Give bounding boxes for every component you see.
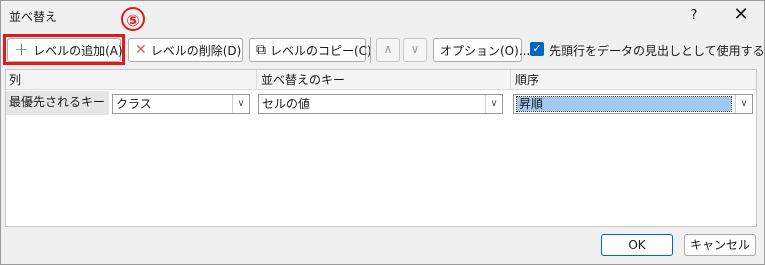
title-bar: 並べ替え ? ✕	[1, 1, 764, 31]
copy-level-button[interactable]: ⧉ レベルのコピー(C)	[249, 38, 372, 62]
chevron-down-icon[interactable]: ∨	[735, 95, 752, 113]
sort-on-select[interactable]: セルの値 ∨	[258, 94, 503, 114]
column-header-order: 順序	[511, 70, 756, 90]
ok-button[interactable]: OK	[601, 234, 673, 256]
column-select-value: クラス	[116, 97, 152, 111]
close-button[interactable]: ✕	[724, 1, 758, 31]
header-checkbox-label[interactable]: 先頭行をデータの見出しとして使用する(H)	[549, 42, 765, 59]
options-button[interactable]: オプション(O)...	[433, 38, 530, 62]
toolbar-separator	[370, 37, 371, 63]
move-up-button[interactable]: ∧	[376, 38, 400, 62]
cancel-button[interactable]: キャンセル	[684, 234, 756, 256]
chevron-down-icon[interactable]: ∨	[232, 95, 249, 113]
help-button[interactable]: ?	[679, 1, 709, 31]
dialog-title: 並べ替え	[9, 10, 58, 24]
order-select[interactable]: 昇順 ∨	[513, 94, 753, 114]
column-header-column: 列	[6, 70, 256, 90]
sort-on-select-value: セルの値	[262, 97, 311, 111]
move-down-button[interactable]: ∨	[403, 38, 427, 62]
chevron-down-icon[interactable]: ∨	[485, 95, 502, 113]
column-select[interactable]: クラス ∨	[112, 94, 250, 114]
step-number-marker: ⑤	[121, 7, 145, 31]
checkmark-icon: ✓	[532, 42, 542, 55]
copy-icon: ⧉	[256, 42, 266, 58]
row-label: 最優先されるキー	[6, 91, 109, 115]
sort-levels-grid: 列 並べ替えのキー 順序 最優先されるキー クラス ∨ セルの値 ∨ 昇順 ∨	[5, 69, 757, 227]
options-label: オプション(O)...	[440, 43, 531, 58]
order-select-value: 昇順	[516, 96, 732, 112]
header-checkbox[interactable]: ✓	[530, 42, 544, 56]
sort-level-row[interactable]: 最優先されるキー クラス ∨ セルの値 ∨ 昇順 ∨	[6, 91, 756, 115]
annotation-highlight-box	[3, 34, 125, 65]
delete-x-icon: ✕	[135, 42, 147, 58]
sort-dialog: 並べ替え ? ✕ ⑤ + レベルの追加(A) ✕ レベルの削除(D) ⧉ レベル…	[0, 0, 765, 265]
delete-level-label: レベルの削除(D)	[150, 43, 242, 58]
delete-level-button[interactable]: ✕ レベルの削除(D)	[128, 38, 243, 62]
copy-level-label: レベルのコピー(C)	[270, 43, 372, 58]
column-header-sort-on: 並べ替えのキー	[257, 70, 510, 90]
